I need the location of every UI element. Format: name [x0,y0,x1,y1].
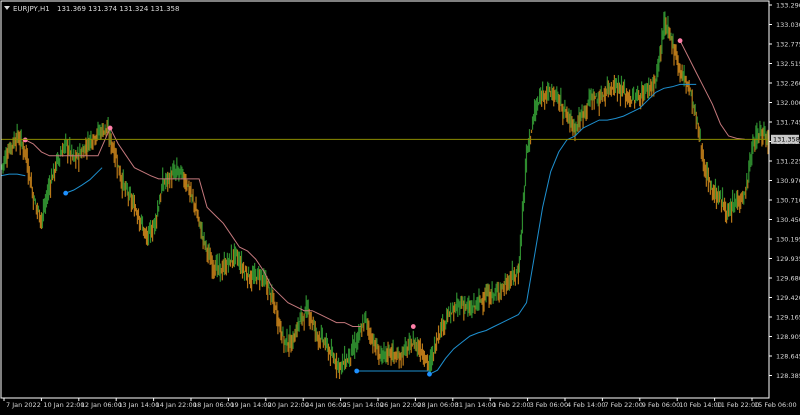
ohlc-quote: 131.369 131.374 131.324 131.358 [57,5,179,13]
time-tick-label: 1 Feb 22:00 [492,401,531,409]
price-tick-label: 131.225 [776,158,800,166]
time-tick-label: 7 Jan 2022 [6,401,41,409]
time-tick-label: 9 Feb 06:00 [642,401,681,409]
upper-band-marker [22,137,28,143]
price-chart[interactable]: 133.290 133.030 132.775 132.515 132.260 132.0… [0,0,800,411]
chart-window[interactable]: 133.290 133.030 132.775 132.515 132.260 132.0… [0,0,800,411]
price-tick-label: 128.385 [776,372,800,380]
price-tick-label: 130.195 [776,236,800,244]
price-tick-label: 129.165 [776,314,800,322]
upper-band-marker [677,38,683,44]
price-tick-label: 133.030 [776,21,800,29]
price-tick-label: 130.970 [776,177,800,185]
time-tick-label: 20 Jan 22:00 [268,401,309,409]
price-tick-label: 130.450 [776,216,800,224]
current-price-tag: 131.358 [771,134,800,144]
price-tick-label: 133.290 [776,2,800,10]
time-tick-label: 13 Jan 14:00 [118,401,159,409]
time-tick-label: 4 Feb 14:00 [567,401,606,409]
time-tick-label: 26 Jan 22:00 [380,401,421,409]
time-tick-label: 31 Jan 14:00 [455,401,496,409]
time-tick-label: 10 Jan 22:00 [43,401,84,409]
time-tick-label: 18 Jan 06:00 [193,401,234,409]
price-tick-label: 132.775 [776,41,800,49]
symbol-label: EURJPY,H1 [13,5,50,13]
time-tick-label: 28 Jan 06:00 [417,401,458,409]
price-tick-label: 129.680 [776,275,800,283]
time-tick-label: 14 Jan 22:00 [156,401,197,409]
price-tick-label: 128.645 [776,353,800,361]
time-tick-label: 19 Jan 14:00 [230,401,271,409]
current-price-label: 131.358 [773,136,800,144]
chart-background [0,0,800,411]
chart-header: EURJPY,H1 131.369 131.374 131.324 131.35… [4,5,179,13]
time-tick-label: 3 Feb 06:00 [530,401,569,409]
time-tick-label: 11 Feb 22:00 [717,401,760,409]
time-tick-label: 12 Jan 06:00 [81,401,122,409]
price-tick-label: 132.000 [776,99,800,107]
price-tick-label: 129.420 [776,294,800,302]
price-tick-label: 130.710 [776,197,800,205]
lower-band-marker [427,371,432,377]
lower-band-marker [63,190,69,196]
price-tick-label: 128.905 [776,333,800,341]
upper-band-marker [410,324,416,329]
lower-band-marker [354,368,360,374]
price-tick-label: 131.745 [776,119,800,127]
time-tick-label: 15 Feb 06:00 [754,401,797,409]
time-tick-label: 7 Feb 22:00 [604,401,643,409]
price-tick-label: 129.935 [776,255,800,263]
price-tick-label: 132.515 [776,60,800,68]
time-tick-label: 24 Jan 06:00 [305,401,346,409]
time-tick-label: 10 Feb 14:00 [679,401,722,409]
time-tick-label: 25 Jan 14:00 [343,401,384,409]
upper-band-marker [107,125,113,131]
price-tick-label: 132.260 [776,80,800,88]
